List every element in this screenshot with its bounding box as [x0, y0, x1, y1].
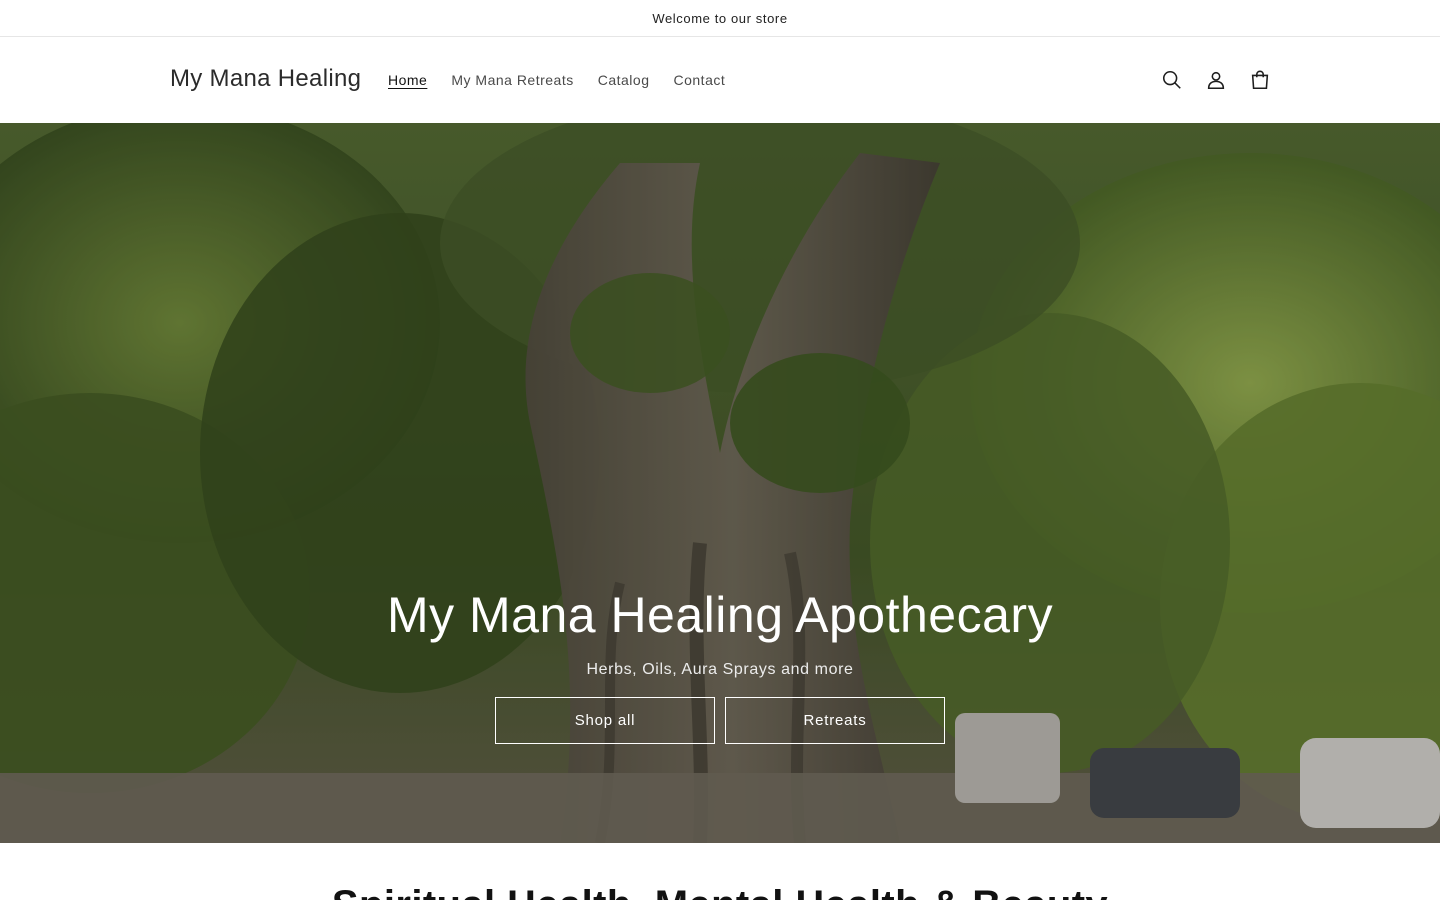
shop-all-button[interactable]: Shop all	[495, 697, 715, 744]
retreats-button[interactable]: Retreats	[725, 697, 945, 744]
nav-item-catalog[interactable]: Catalog	[586, 71, 662, 89]
nav-item-home[interactable]: Home	[376, 71, 439, 89]
nav-item-contact[interactable]: Contact	[662, 71, 738, 89]
hero-title: My Mana Healing Apothecary	[386, 587, 1054, 643]
hero-buttons: Shop all Retreats	[0, 697, 1440, 744]
account-icon	[1207, 71, 1225, 90]
hero-subtitle: Herbs, Oils, Aura Sprays and more	[586, 661, 854, 678]
nav-item-my-mana-retreats[interactable]: My Mana Retreats	[439, 71, 585, 89]
header-icons	[1150, 58, 1282, 102]
announcement-text: Welcome to our store	[652, 10, 788, 26]
account-button[interactable]	[1194, 58, 1238, 102]
search-icon	[1162, 70, 1181, 89]
hero-banner: My Mana Healing Apothecary Herbs, Oils, …	[0, 123, 1440, 843]
cart-button[interactable]	[1238, 58, 1282, 102]
section-heading: Spiritual Health, Mental Health & Beauty	[0, 880, 1440, 900]
announcement-bar: Welcome to our store	[0, 0, 1440, 37]
cart-icon	[1251, 70, 1269, 90]
store-logo[interactable]: My Mana Healing	[170, 65, 361, 93]
site-header: My Mana Healing Home My Mana Retreats Ca…	[0, 38, 1440, 123]
hero-content: My Mana Healing Apothecary Herbs, Oils, …	[0, 583, 1440, 744]
search-button[interactable]	[1150, 58, 1194, 102]
main-nav: Home My Mana Retreats Catalog Contact	[376, 71, 737, 89]
